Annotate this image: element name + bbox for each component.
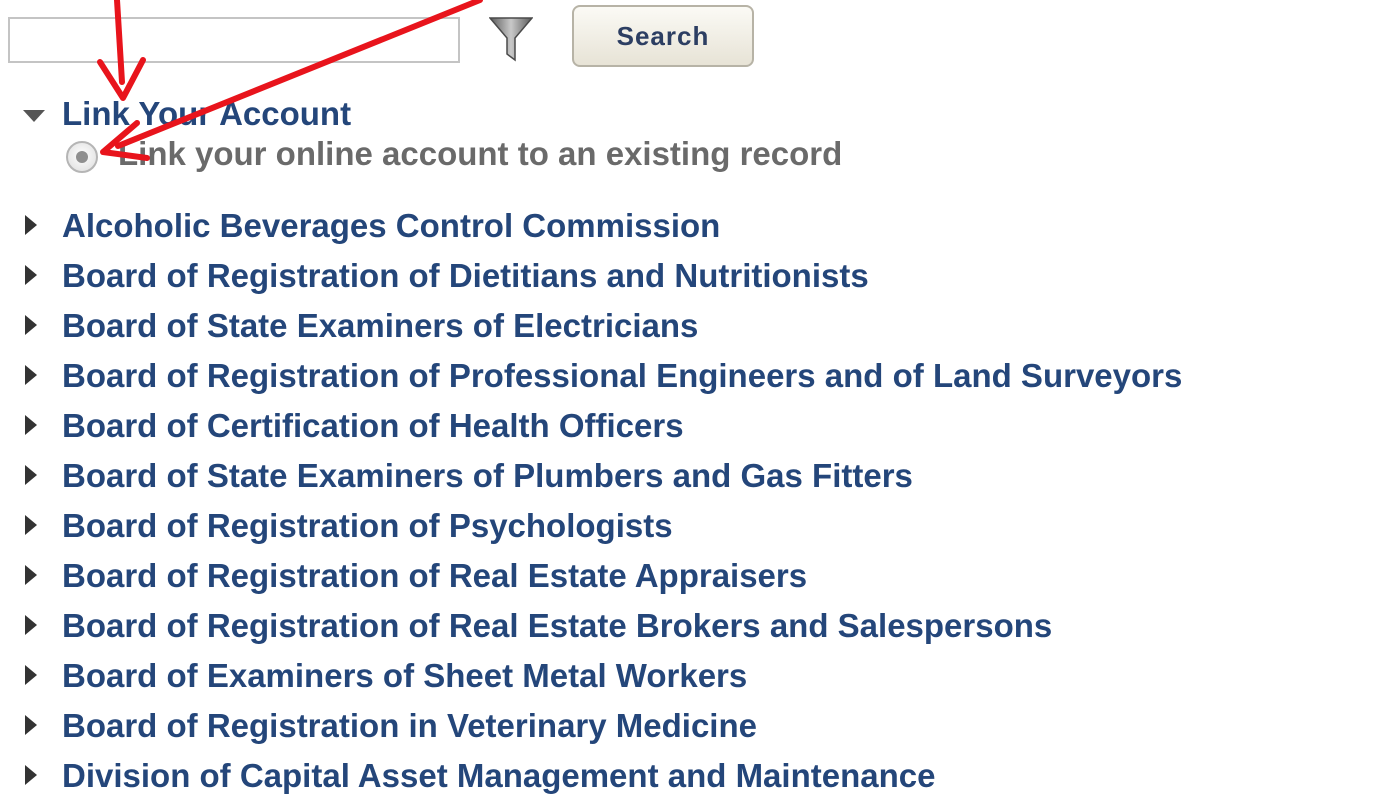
collapsed-triangle-icon: [25, 515, 37, 535]
agency-item[interactable]: Division of Capital Asset Management and…: [0, 752, 1383, 802]
agency-item[interactable]: Alcoholic Beverages Control Commission: [0, 202, 1383, 252]
agency-item[interactable]: Board of State Examiners of Plumbers and…: [0, 452, 1383, 502]
agency-item-label[interactable]: Division of Capital Asset Management and…: [62, 756, 935, 796]
agency-item[interactable]: Board of Registration of Real Estate App…: [0, 552, 1383, 602]
agency-item[interactable]: Board of Certification of Health Officer…: [0, 402, 1383, 452]
agency-item[interactable]: Board of Registration of Professional En…: [0, 352, 1383, 402]
agency-item-label[interactable]: Board of Registration of Professional En…: [62, 356, 1182, 396]
collapsed-triangle-icon: [25, 565, 37, 585]
agency-item-label[interactable]: Board of Registration of Psychologists: [62, 506, 673, 546]
agency-item[interactable]: Board of Registration of Real Estate Bro…: [0, 602, 1383, 652]
link-account-radio-label[interactable]: Link your online account to an existing …: [118, 134, 842, 174]
radio-selected-dot: [76, 151, 88, 163]
collapsed-triangle-icon: [25, 615, 37, 635]
search-input[interactable]: [8, 17, 460, 63]
collapsed-triangle-icon: [25, 315, 37, 335]
collapsed-triangle-icon: [25, 465, 37, 485]
agency-item-label[interactable]: Board of Examiners of Sheet Metal Worker…: [62, 656, 747, 696]
agency-item[interactable]: Board of Registration in Veterinary Medi…: [0, 702, 1383, 752]
agency-item-label[interactable]: Board of Registration of Dietitians and …: [62, 256, 869, 296]
search-button[interactable]: Search: [572, 5, 754, 67]
agency-item-label[interactable]: Board of State Examiners of Plumbers and…: [62, 456, 913, 496]
link-account-section-title[interactable]: Link Your Account: [62, 94, 351, 134]
collapsed-triangle-icon: [25, 715, 37, 735]
collapsed-triangle-icon: [25, 215, 37, 235]
link-account-radio[interactable]: [66, 141, 98, 173]
agency-item-label[interactable]: Alcoholic Beverages Control Commission: [62, 206, 720, 246]
agency-item[interactable]: Board of Registration of Dietitians and …: [0, 252, 1383, 302]
agency-item[interactable]: Board of Examiners of Sheet Metal Worker…: [0, 652, 1383, 702]
agency-item[interactable]: Board of Registration of Psychologists: [0, 502, 1383, 552]
collapsed-triangle-icon: [25, 265, 37, 285]
agency-item-label[interactable]: Board of Registration of Real Estate Bro…: [62, 606, 1052, 646]
agency-item[interactable]: Board of State Examiners of Electricians: [0, 302, 1383, 352]
agency-item-label[interactable]: Board of State Examiners of Electricians: [62, 306, 698, 346]
filter-funnel-icon[interactable]: [489, 16, 533, 62]
agency-item-label[interactable]: Board of Certification of Health Officer…: [62, 406, 684, 446]
agency-item-label[interactable]: Board of Registration of Real Estate App…: [62, 556, 807, 596]
expanded-triangle-icon[interactable]: [22, 108, 46, 124]
agency-item-label[interactable]: Board of Registration in Veterinary Medi…: [62, 706, 757, 746]
collapsed-triangle-icon: [25, 765, 37, 785]
collapsed-triangle-icon: [25, 665, 37, 685]
collapsed-triangle-icon: [25, 415, 37, 435]
collapsed-triangle-icon: [25, 365, 37, 385]
